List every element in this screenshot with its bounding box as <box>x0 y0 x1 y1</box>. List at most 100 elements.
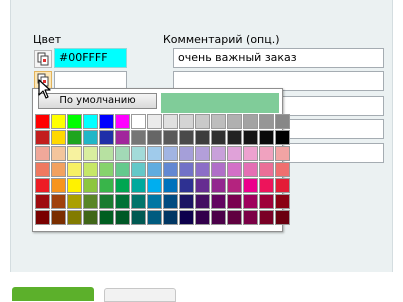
color-swatch[interactable] <box>275 130 290 145</box>
color-swatch[interactable] <box>227 210 242 225</box>
color-swatch[interactable] <box>115 178 130 193</box>
color-swatch[interactable] <box>195 194 210 209</box>
color-swatch[interactable] <box>131 210 146 225</box>
color-swatch[interactable] <box>83 146 98 161</box>
color-swatch[interactable] <box>195 210 210 225</box>
color-swatch[interactable] <box>243 194 258 209</box>
color-swatch[interactable] <box>115 162 130 177</box>
color-swatch[interactable] <box>147 130 162 145</box>
color-swatch[interactable] <box>259 114 274 129</box>
color-swatch[interactable] <box>211 194 226 209</box>
color-swatch[interactable] <box>115 114 130 129</box>
color-swatch[interactable] <box>99 194 114 209</box>
color-swatch[interactable] <box>211 178 226 193</box>
color-swatch[interactable] <box>275 114 290 129</box>
color-swatch[interactable] <box>147 194 162 209</box>
color-swatch[interactable] <box>211 146 226 161</box>
save-button[interactable] <box>12 287 94 301</box>
color-swatch[interactable] <box>131 130 146 145</box>
color-swatch[interactable] <box>259 146 274 161</box>
color-swatch[interactable] <box>99 178 114 193</box>
color-swatch[interactable] <box>115 146 130 161</box>
color-swatch[interactable] <box>243 162 258 177</box>
color-swatch[interactable] <box>131 162 146 177</box>
color-swatch[interactable] <box>51 114 66 129</box>
color-swatch[interactable] <box>67 194 82 209</box>
color-swatch[interactable] <box>83 194 98 209</box>
color-swatch[interactable] <box>115 210 130 225</box>
color-swatch[interactable] <box>131 146 146 161</box>
color-swatch[interactable] <box>163 130 178 145</box>
color-swatch[interactable] <box>163 178 178 193</box>
comment-field[interactable]: очень важный заказ <box>173 48 384 68</box>
color-swatch[interactable] <box>195 162 210 177</box>
color-swatch[interactable] <box>195 178 210 193</box>
color-swatch[interactable] <box>83 114 98 129</box>
color-swatch[interactable] <box>35 210 50 225</box>
color-swatch[interactable] <box>211 114 226 129</box>
color-swatch[interactable] <box>163 146 178 161</box>
color-swatch[interactable] <box>99 210 114 225</box>
color-swatch[interactable] <box>131 194 146 209</box>
color-swatch[interactable] <box>243 178 258 193</box>
color-swatch[interactable] <box>35 114 50 129</box>
default-color-button[interactable]: По умолчанию <box>38 93 157 109</box>
color-swatch[interactable] <box>35 146 50 161</box>
cancel-button[interactable] <box>104 288 176 302</box>
color-swatch[interactable] <box>211 210 226 225</box>
color-swatch[interactable] <box>211 162 226 177</box>
color-swatch[interactable] <box>211 130 226 145</box>
color-swatch[interactable] <box>163 114 178 129</box>
color-swatch[interactable] <box>147 210 162 225</box>
color-swatch[interactable] <box>243 114 258 129</box>
color-swatch[interactable] <box>195 130 210 145</box>
color-swatch[interactable] <box>179 178 194 193</box>
color-swatch[interactable] <box>35 178 50 193</box>
color-swatch[interactable] <box>51 162 66 177</box>
color-swatch[interactable] <box>227 130 242 145</box>
color-swatch[interactable] <box>243 210 258 225</box>
color-swatch[interactable] <box>227 162 242 177</box>
color-swatch[interactable] <box>83 210 98 225</box>
color-swatch[interactable] <box>179 194 194 209</box>
color-swatch[interactable] <box>163 210 178 225</box>
color-swatch[interactable] <box>227 146 242 161</box>
color-swatch[interactable] <box>131 178 146 193</box>
color-swatch[interactable] <box>179 114 194 129</box>
color-swatch[interactable] <box>67 146 82 161</box>
color-swatch[interactable] <box>99 114 114 129</box>
color-swatch[interactable] <box>99 130 114 145</box>
color-swatch[interactable] <box>83 178 98 193</box>
color-swatch[interactable] <box>259 130 274 145</box>
color-swatch[interactable] <box>51 178 66 193</box>
color-swatch[interactable] <box>179 210 194 225</box>
color-swatch[interactable] <box>51 146 66 161</box>
color-swatch[interactable] <box>99 146 114 161</box>
color-swatch[interactable] <box>259 162 274 177</box>
color-swatch[interactable] <box>131 114 146 129</box>
color-swatch[interactable] <box>163 162 178 177</box>
color-swatch[interactable] <box>83 162 98 177</box>
color-swatch[interactable] <box>67 178 82 193</box>
color-swatch[interactable] <box>275 146 290 161</box>
color-swatch[interactable] <box>147 146 162 161</box>
color-swatch[interactable] <box>147 178 162 193</box>
color-swatch[interactable] <box>195 146 210 161</box>
color-swatch[interactable] <box>115 194 130 209</box>
color-swatch[interactable] <box>51 130 66 145</box>
color-swatch[interactable] <box>67 114 82 129</box>
color-swatch[interactable] <box>179 146 194 161</box>
color-swatch[interactable] <box>259 178 274 193</box>
color-swatch[interactable] <box>275 194 290 209</box>
color-swatch[interactable] <box>67 210 82 225</box>
color-swatch[interactable] <box>115 130 130 145</box>
color-swatch[interactable] <box>67 130 82 145</box>
color-swatch[interactable] <box>35 194 50 209</box>
color-swatch[interactable] <box>195 114 210 129</box>
color-swatch[interactable] <box>275 210 290 225</box>
color-swatch[interactable] <box>243 146 258 161</box>
color-swatch[interactable] <box>227 114 242 129</box>
color-swatch[interactable] <box>67 162 82 177</box>
color-swatch[interactable] <box>227 194 242 209</box>
color-swatch[interactable] <box>147 162 162 177</box>
